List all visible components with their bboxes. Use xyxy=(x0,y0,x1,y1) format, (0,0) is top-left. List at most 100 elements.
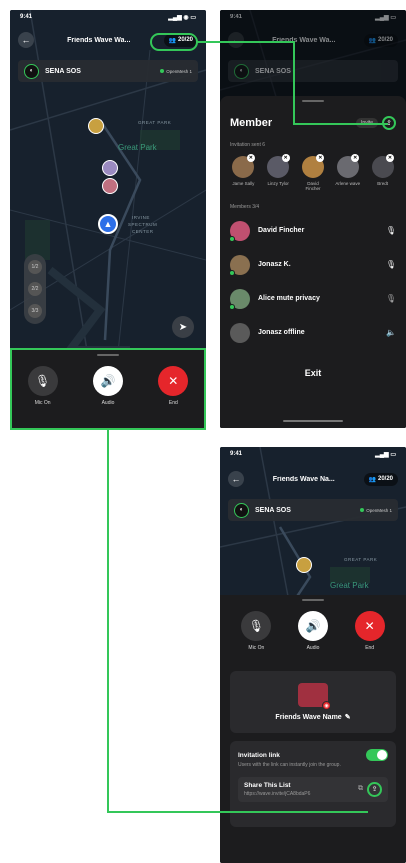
back-button[interactable]: ← xyxy=(228,471,244,487)
invitation-link-toggle[interactable] xyxy=(366,749,388,761)
member-pin[interactable] xyxy=(102,178,118,194)
sheet-handle[interactable] xyxy=(302,100,324,102)
invitation-card: Invitation link Users with the link can … xyxy=(230,741,396,827)
avatar xyxy=(229,254,250,276)
exit-button[interactable]: Exit xyxy=(230,368,396,378)
sena-name: SENA SOS xyxy=(255,67,291,75)
status-bar: 9:41 ▂▄▆ ◉ ▭ xyxy=(20,14,196,21)
audio-button[interactable]: 🔊 Audio xyxy=(297,611,328,651)
share-list-row[interactable]: Share This List https://wave.invite/jCA8… xyxy=(238,776,388,802)
map-label-great-park-small: GREAT PARK xyxy=(344,557,378,562)
top-bar: ← Friends Wave Wa... 👥 20/20 xyxy=(18,32,198,48)
sena-logo-icon: ◐ xyxy=(24,63,39,79)
group-info-card: ◉ Friends Wave Name ✎ xyxy=(230,671,396,733)
member-pin[interactable] xyxy=(102,160,118,176)
sena-status: OpenMesh 1 xyxy=(360,508,392,513)
home-indicator xyxy=(283,420,343,422)
sena-status-text: OpenMesh 1 xyxy=(366,507,392,513)
status-time: 9:41 xyxy=(230,14,243,20)
member-count-button[interactable]: 👥 20/20 xyxy=(163,33,198,47)
sena-device-bar[interactable]: ◐ SENA SOS xyxy=(228,60,398,82)
back-button[interactable]: ← xyxy=(228,32,244,48)
member-pin[interactable] xyxy=(296,557,312,573)
mic-icon[interactable]: 🎙 xyxy=(386,226,396,235)
mic-muted-icon[interactable]: 🎙 xyxy=(386,294,396,303)
map-label-great-park: Great Park xyxy=(118,143,157,152)
status-icons: ▂▄▆ ▭ xyxy=(375,452,396,458)
mic-icon[interactable]: 🎙 xyxy=(386,260,396,269)
members-icon: 👥 xyxy=(368,476,376,483)
members-icon: 👥 xyxy=(168,37,176,44)
side-stack-item[interactable]: 2/2 xyxy=(28,282,42,296)
member-row[interactable]: Jonasz offline 🔈 xyxy=(230,316,396,350)
member-sheet: Member Invite ⇪ Invitation sent 6 ✕ Jame… xyxy=(220,96,406,428)
group-name-row[interactable]: Friends Wave Name ✎ xyxy=(275,713,351,722)
status-bar: 9:41 ▂▄▆ ▭ xyxy=(230,451,396,458)
member-row[interactable]: Alice mute privacy 🎙 xyxy=(229,282,396,316)
navigation-arrow-icon: ▲ xyxy=(98,214,118,234)
group-settings-sheet: 🎙 Mic On 🔊 Audio ✕ End ◉ Friends Wave Na… xyxy=(220,595,406,863)
map-label-irvine: IRVINE xyxy=(132,215,150,220)
member-pin[interactable] xyxy=(88,118,104,134)
end-button[interactable]: ✕ End xyxy=(354,611,385,651)
side-stack-item[interactable]: 3/3 xyxy=(28,304,42,318)
mic-label: Mic On xyxy=(248,645,265,651)
sheet-handle[interactable] xyxy=(302,599,324,601)
invitee[interactable]: ✕ Linzy Tylor xyxy=(265,154,292,192)
status-icons: ▂▄▆ ◉ ▭ xyxy=(168,15,196,21)
copy-icon[interactable]: ⧉ xyxy=(358,785,363,793)
call-panel-highlight xyxy=(10,348,206,430)
mic-icon: 🎙 xyxy=(241,611,272,641)
recenter-button[interactable]: ➤ xyxy=(172,316,194,338)
invite-button[interactable]: Invite xyxy=(356,118,378,128)
map-label-spectrum: SPECTRUM xyxy=(128,222,158,227)
share-icon[interactable]: ⇪ xyxy=(367,781,382,797)
invitee[interactable]: ✕ Jame Sally xyxy=(230,154,257,192)
member-header: Member Invite ⇪ xyxy=(230,116,396,130)
edit-icon[interactable]: ✎ xyxy=(345,713,351,721)
screen-group-settings: GREAT PARK Great Park 9:41 ▂▄▆ ▭ ← Frien… xyxy=(220,447,406,863)
sena-device-bar[interactable]: ◐ SENA SOS OpenMesh 1 xyxy=(18,60,198,82)
member-count-button[interactable]: 👥 20/20 xyxy=(363,472,398,486)
invitee-name: Linzy Tylor xyxy=(267,181,289,186)
map-label-great-park: Great Park xyxy=(330,581,369,590)
map-label-center: CENTER xyxy=(132,229,154,234)
remove-icon[interactable]: ✕ xyxy=(316,154,325,162)
share-icon[interactable]: ⇪ xyxy=(382,116,396,130)
remove-icon[interactable]: ✕ xyxy=(351,154,360,162)
avatar xyxy=(229,288,250,310)
group-title: Friends Wave Wa... xyxy=(272,36,336,44)
sena-logo-icon: ◐ xyxy=(234,502,249,518)
side-member-stack[interactable]: 1/2 2/2 3/3 xyxy=(24,254,46,324)
invitee[interactable]: ✕ Arlene wave xyxy=(334,154,361,192)
remove-icon[interactable]: ✕ xyxy=(385,154,394,162)
audio-label: Audio xyxy=(306,645,320,651)
share-url: https://wave.invite/jCA8bdaP6 xyxy=(244,790,311,797)
remove-icon[interactable]: ✕ xyxy=(281,154,290,162)
invitee-name: Jame Sally xyxy=(232,181,255,186)
invitee[interactable]: ✕ David Fincher xyxy=(300,154,327,192)
sena-name: SENA SOS xyxy=(45,67,81,75)
member-name: Alice mute privacy xyxy=(258,295,320,303)
invitation-sent-label: Invitation sent 6 xyxy=(230,142,266,148)
mic-button[interactable]: 🎙 Mic On xyxy=(241,611,272,651)
close-icon: ✕ xyxy=(354,611,385,641)
status-bar: 9:41 ▂▄▆ ▭ xyxy=(230,14,396,21)
member-row[interactable]: David Fincher 🎙 xyxy=(229,214,396,248)
call-controls: 🎙 Mic On 🔊 Audio ✕ End xyxy=(228,611,398,651)
end-label: End xyxy=(365,645,375,651)
back-button[interactable]: ← xyxy=(18,32,34,48)
member-row[interactable]: Jonasz K. 🎙 xyxy=(229,248,396,282)
invitation-link-row: Invitation link xyxy=(238,749,388,761)
camera-icon[interactable]: ◉ xyxy=(322,701,331,710)
remove-icon[interactable]: ✕ xyxy=(246,154,255,162)
member-title: Member xyxy=(230,117,273,129)
member-count-button[interactable]: 👥 20/20 xyxy=(363,33,398,47)
speaker-icon[interactable]: 🔈 xyxy=(386,328,396,337)
side-stack-item[interactable]: 1/2 xyxy=(28,260,42,274)
group-image[interactable]: ◉ xyxy=(298,683,331,710)
avatar xyxy=(230,322,250,343)
invitee[interactable]: ✕ Bredt xyxy=(369,154,396,192)
sena-device-bar[interactable]: ◐ SENA SOS OpenMesh 1 xyxy=(228,499,398,521)
sena-status: OpenMesh 1 xyxy=(160,69,192,74)
